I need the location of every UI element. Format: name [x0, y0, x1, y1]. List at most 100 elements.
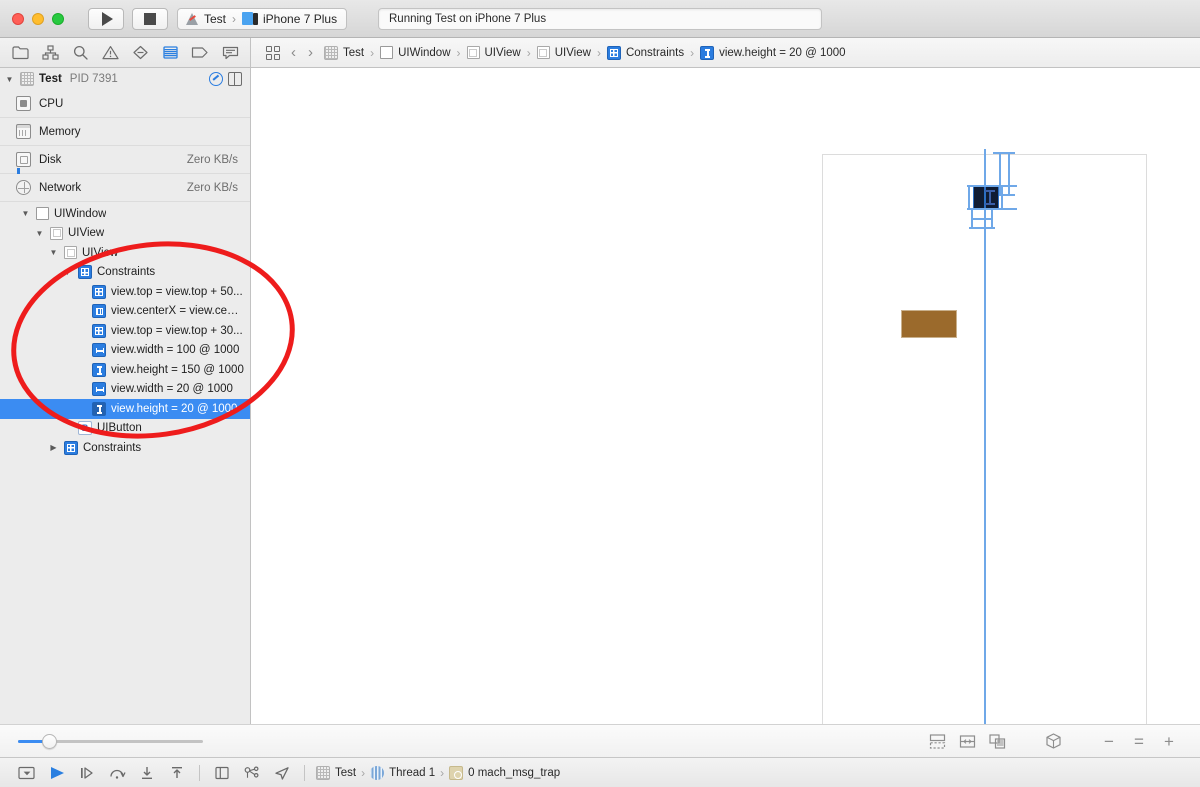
debug-stack-item-process[interactable]: Test [312, 765, 360, 780]
back-button[interactable]: ‹ [285, 44, 302, 61]
sidebar-item-report-navigator[interactable] [220, 44, 240, 62]
disclosure-triangle-icon[interactable]: ▼ [4, 75, 15, 84]
disclosure-triangle-icon[interactable]: ▼ [62, 268, 73, 277]
sidebar-item-source-control-navigator[interactable] [40, 44, 60, 62]
tree-row-label: view.top = view.top + 30... [111, 324, 243, 337]
show-clipped-content-button[interactable] [958, 733, 976, 749]
disclosure-triangle-icon[interactable]: ▼ [20, 209, 31, 218]
related-items-button[interactable] [261, 45, 285, 60]
simulator-icon [242, 12, 259, 25]
project-icon [316, 765, 330, 780]
gauge-label: Network [39, 181, 82, 194]
process-row[interactable]: ▼ Test PID 7391 [0, 68, 250, 90]
breadcrumb-item-project[interactable]: Test [319, 45, 369, 60]
gauge-row-disk[interactable]: Disk Zero KB/s [0, 146, 250, 174]
view-debugger-canvas[interactable] [251, 68, 1200, 724]
tree-row[interactable]: view.top = view.top + 30... [0, 321, 250, 341]
debug-view-hierarchy-button[interactable] [207, 763, 237, 783]
disclosure-triangle-icon[interactable]: ▼ [34, 229, 45, 238]
sidebar-item-issue-navigator[interactable] [100, 44, 120, 62]
tree-row[interactable]: B UIButton [0, 419, 250, 439]
window-controls [12, 12, 64, 25]
forward-button[interactable]: › [302, 44, 319, 61]
breadcrumb-label: view.height = 20 @ 1000 [719, 46, 846, 59]
tree-row[interactable]: view.width = 20 @ 1000 [0, 380, 250, 400]
tree-row[interactable]: ▼ UIWindow [0, 204, 250, 224]
debug-stack-item-thread[interactable]: Thread 1 [366, 765, 439, 780]
constraints-icon [78, 265, 92, 280]
slider-knob[interactable] [42, 734, 57, 749]
view-hierarchy-icon[interactable] [228, 72, 242, 86]
debug-stack-item-frame[interactable]: 0 mach_msg_trap [445, 765, 564, 780]
step-out-button[interactable] [162, 763, 192, 783]
tree-row[interactable]: view.centerX = view.cent... [0, 302, 250, 322]
view-spacing-slider[interactable] [18, 732, 203, 750]
breadcrumb-item-uiview-1[interactable]: UIView [462, 46, 526, 59]
tree-row[interactable]: view.height = 150 @ 1000 [0, 360, 250, 380]
minimize-window-button[interactable] [32, 12, 44, 25]
tree-row[interactable]: view.width = 100 @ 1000 [0, 341, 250, 361]
tree-row[interactable]: view.height = 20 @ 1000 [0, 399, 250, 419]
memory-icon [16, 124, 31, 139]
zoom-out-button[interactable]: − [1100, 733, 1118, 750]
canvas-zoom-bar: − = + [0, 724, 1200, 757]
continue-button[interactable] [72, 763, 102, 783]
device-screen[interactable] [822, 149, 1147, 724]
zoom-in-button[interactable]: + [1160, 733, 1178, 750]
close-window-button[interactable] [12, 12, 24, 25]
breadcrumb-item-selected-constraint[interactable]: view.height = 20 @ 1000 [695, 45, 850, 60]
step-into-button[interactable] [132, 763, 162, 783]
breadcrumb-item-uiview-2[interactable]: UIView [532, 46, 596, 59]
sidebar-item-find-navigator[interactable] [70, 44, 90, 62]
cpu-icon [16, 96, 31, 111]
gauge-row-network[interactable]: Network Zero KB/s [0, 174, 250, 202]
tree-row[interactable]: ▶ Constraints [0, 438, 250, 458]
breadcrumb-label: Constraints [625, 46, 685, 59]
tree-row[interactable]: ▼ UIView [0, 243, 250, 263]
tree-row-label: Constraints [97, 266, 156, 279]
sidebar-item-debug-navigator[interactable] [160, 44, 180, 62]
disclosure-triangle-icon[interactable]: ▼ [48, 248, 59, 257]
sidebar-item-breakpoint-navigator[interactable] [190, 44, 210, 62]
sidebar-item-test-navigator[interactable] [130, 44, 150, 62]
gauge-view-icon[interactable] [209, 72, 223, 86]
gauge-row-cpu[interactable]: CPU [0, 90, 250, 118]
breadcrumb-item-constraints[interactable]: Constraints [602, 45, 689, 60]
tree-row-label: UIButton [97, 422, 142, 435]
show-constraints-button[interactable] [988, 733, 1006, 749]
process-name: Test [39, 73, 62, 85]
tree-row[interactable]: view.top = view.top + 50... [0, 282, 250, 302]
tree-row-label: UIView [82, 246, 119, 259]
tree-row[interactable]: ▼ UIView [0, 224, 250, 244]
simulate-location-button[interactable] [267, 763, 297, 783]
run-button[interactable] [88, 7, 124, 30]
adjust-view-spacing-button[interactable] [928, 733, 946, 749]
tree-row-label: view.top = view.top + 50... [111, 285, 243, 298]
tree-row[interactable]: ▼ Constraints [0, 263, 250, 283]
breadcrumb-label: UIWindow [398, 46, 451, 59]
hide-debug-area-button[interactable] [12, 763, 42, 783]
xcode-scheme-icon [185, 12, 199, 26]
constraint-cap [967, 185, 1017, 187]
gauge-label: Disk [39, 153, 62, 166]
wireframe-button[interactable] [1044, 733, 1062, 749]
breadcrumb-label: UIView [484, 46, 521, 59]
stop-button[interactable] [132, 7, 168, 30]
height-constraint-icon [92, 401, 106, 416]
zoom-window-button[interactable] [52, 12, 64, 25]
debug-navigator: ▼ Test PID 7391 CPU Memory Disk Zero KB/… [0, 68, 251, 724]
uiview-rect[interactable] [901, 310, 957, 338]
sidebar-item-project-navigator[interactable] [10, 44, 30, 62]
jump-bar: ‹ › Test › UIWindow › UIView › UIView › [251, 38, 1200, 67]
step-over-button[interactable] [102, 763, 132, 783]
deactivate-breakpoints-button[interactable] [42, 763, 72, 783]
height-constraint-cap [985, 203, 995, 205]
gauge-value: Zero KB/s [186, 153, 238, 166]
zoom-actual-size-button[interactable]: = [1130, 733, 1148, 750]
disclosure-triangle-icon[interactable]: ▶ [48, 443, 59, 452]
debug-memory-graph-button[interactable] [237, 763, 267, 783]
gauge-row-memory[interactable]: Memory [0, 118, 250, 146]
stack-label: Test [335, 766, 357, 779]
scheme-selector[interactable]: Test › iPhone 7 Plus [177, 7, 348, 30]
breadcrumb-item-uiwindow[interactable]: UIWindow [375, 46, 455, 59]
